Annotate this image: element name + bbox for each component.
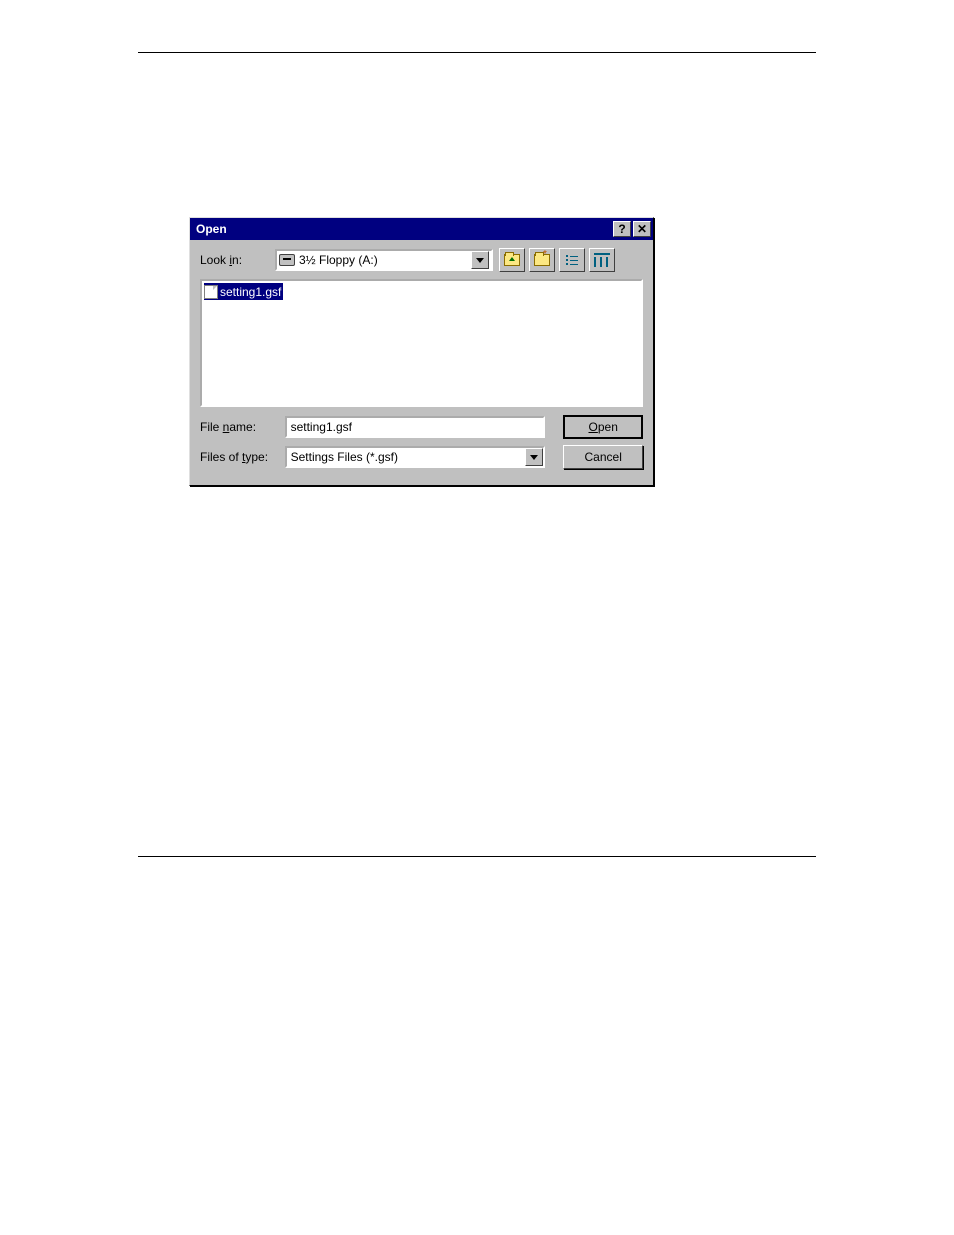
dialog-title: Open (196, 222, 611, 236)
filetype-label: Files of type: (200, 450, 285, 464)
bottom-divider-wrap (138, 856, 816, 857)
filetype-dropdown-button[interactable] (525, 448, 543, 466)
chevron-down-icon (476, 258, 484, 263)
list-view-button[interactable] (559, 248, 585, 272)
chevron-down-icon (530, 455, 538, 460)
floppy-drive-icon (279, 254, 295, 266)
close-icon: ✕ (637, 222, 647, 236)
create-new-folder-icon: * (534, 254, 550, 266)
help-button[interactable]: ? (613, 221, 631, 237)
dialog-wrapper: Open ? ✕ Look in: 3 (189, 217, 816, 486)
top-divider (138, 52, 816, 53)
look-in-value: 3½ Floppy (A:) (299, 253, 378, 267)
open-button[interactable]: Open (563, 415, 643, 439)
file-item[interactable]: setting1.gsf (204, 283, 283, 300)
bottom-divider (138, 856, 816, 857)
help-icon: ? (618, 222, 625, 236)
filetype-row: Files of type: Settings Files (*.gsf) Ca… (200, 445, 643, 469)
page-content: Open ? ✕ Look in: 3 (0, 0, 954, 857)
close-button[interactable]: ✕ (633, 221, 651, 237)
filetype-dropdown[interactable]: Settings Files (*.gsf) (285, 446, 546, 468)
details-view-icon (594, 253, 610, 267)
cancel-button[interactable]: Cancel (563, 445, 643, 469)
filename-value: setting1.gsf (291, 420, 352, 434)
document-icon (204, 285, 218, 299)
open-dialog: Open ? ✕ Look in: 3 (189, 217, 654, 486)
look-in-label: Look in: (200, 253, 275, 267)
toolbar: * (499, 248, 615, 272)
filetype-value: Settings Files (*.gsf) (291, 450, 398, 464)
look-in-dropdown-button[interactable] (471, 251, 489, 269)
look-in-row: Look in: 3½ Floppy (A:) (200, 248, 643, 272)
bottom-rows: File name: setting1.gsf Open Files of ty… (200, 415, 643, 469)
list-view-icon (566, 255, 578, 265)
up-one-level-icon (504, 254, 520, 266)
filename-row: File name: setting1.gsf Open (200, 415, 643, 439)
titlebar[interactable]: Open ? ✕ (190, 218, 653, 240)
titlebar-buttons: ? ✕ (611, 221, 651, 237)
look-in-dropdown[interactable]: 3½ Floppy (A:) (275, 249, 493, 271)
filename-input[interactable]: setting1.gsf (285, 416, 546, 438)
dialog-body: Look in: 3½ Floppy (A:) (190, 240, 653, 485)
filename-label: File name: (200, 420, 285, 434)
details-view-button[interactable] (589, 248, 615, 272)
file-item-label: setting1.gsf (220, 285, 281, 299)
file-list[interactable]: setting1.gsf (200, 279, 643, 407)
create-new-folder-button[interactable]: * (529, 248, 555, 272)
up-one-level-button[interactable] (499, 248, 525, 272)
